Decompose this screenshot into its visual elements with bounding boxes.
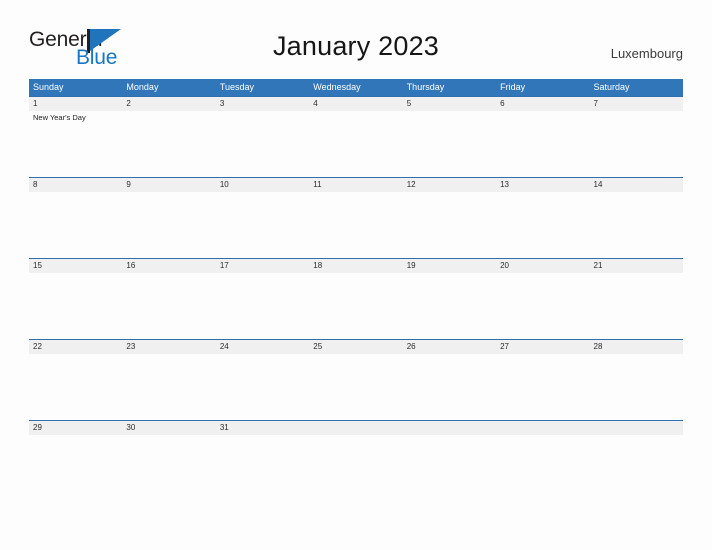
- day-cell[interactable]: [122, 354, 215, 420]
- day-number[interactable]: 18: [309, 259, 402, 273]
- day-number[interactable]: 4: [309, 97, 402, 111]
- day-number[interactable]: 29: [29, 421, 122, 435]
- weekday-header-friday: Friday: [500, 82, 526, 92]
- week-date-band: 8 9 10 11 12 13 14: [29, 178, 683, 192]
- day-number[interactable]: 27: [496, 340, 589, 354]
- day-number[interactable]: 1: [29, 97, 122, 111]
- weekday-header-tuesday: Tuesday: [219, 82, 255, 92]
- day-cell[interactable]: [309, 192, 402, 258]
- day-cell: [496, 435, 589, 501]
- day-event-text: New Year's Day: [33, 113, 86, 122]
- day-number[interactable]: 25: [309, 340, 402, 354]
- day-number[interactable]: 9: [122, 178, 215, 192]
- day-cell[interactable]: [403, 192, 496, 258]
- day-cell[interactable]: [309, 111, 402, 177]
- day-number[interactable]: 26: [403, 340, 496, 354]
- day-cell[interactable]: [403, 354, 496, 420]
- weekday-header-monday: Monday: [126, 82, 159, 92]
- week-event-body: New Year's Day: [29, 111, 683, 177]
- day-cell: [590, 435, 683, 501]
- day-cell[interactable]: [29, 435, 122, 501]
- day-cell[interactable]: [309, 354, 402, 420]
- week-row: 15 16 17 18 19 20 21: [29, 258, 683, 339]
- day-number[interactable]: 2: [122, 97, 215, 111]
- day-number[interactable]: 20: [496, 259, 589, 273]
- week-event-body: [29, 435, 683, 501]
- day-cell[interactable]: [590, 354, 683, 420]
- day-cell[interactable]: [496, 192, 589, 258]
- day-cell[interactable]: [29, 354, 122, 420]
- day-cell[interactable]: New Year's Day: [29, 111, 122, 177]
- day-cell[interactable]: [29, 192, 122, 258]
- day-cell[interactable]: [122, 435, 215, 501]
- day-cell[interactable]: [496, 111, 589, 177]
- day-number[interactable]: 12: [403, 178, 496, 192]
- day-cell[interactable]: [216, 273, 309, 339]
- region-label: Luxembourg: [610, 46, 683, 61]
- day-number[interactable]: 19: [403, 259, 496, 273]
- week-event-body: [29, 354, 683, 420]
- day-cell: [403, 435, 496, 501]
- day-cell[interactable]: [122, 192, 215, 258]
- day-number[interactable]: 5: [403, 97, 496, 111]
- day-cell[interactable]: [590, 111, 683, 177]
- weekday-header-saturday: Saturday: [593, 82, 630, 92]
- day-number[interactable]: 28: [590, 340, 683, 354]
- day-number: [309, 421, 402, 435]
- day-number: [590, 421, 683, 435]
- day-cell[interactable]: [216, 354, 309, 420]
- weekday-header-wednesday: Wednesday: [313, 82, 361, 92]
- day-cell[interactable]: [590, 273, 683, 339]
- day-number[interactable]: 30: [122, 421, 215, 435]
- day-number: [403, 421, 496, 435]
- page-header: General Blue January 2023 Luxembourg: [0, 0, 712, 78]
- day-number[interactable]: 3: [216, 97, 309, 111]
- day-number[interactable]: 14: [590, 178, 683, 192]
- day-number[interactable]: 16: [122, 259, 215, 273]
- day-number[interactable]: 11: [309, 178, 402, 192]
- day-cell[interactable]: [590, 192, 683, 258]
- day-number[interactable]: 8: [29, 178, 122, 192]
- week-date-band: 1 2 3 4 5 6 7: [29, 97, 683, 111]
- calendar-grid: Sunday Monday Tuesday Wednesday Thursday…: [29, 79, 683, 501]
- day-cell[interactable]: [216, 111, 309, 177]
- day-number[interactable]: 24: [216, 340, 309, 354]
- weekday-header-row: Sunday Monday Tuesday Wednesday Thursday…: [29, 79, 683, 96]
- day-number[interactable]: 6: [496, 97, 589, 111]
- week-date-band: 29 30 31: [29, 421, 683, 435]
- day-cell[interactable]: [496, 273, 589, 339]
- day-number[interactable]: 31: [216, 421, 309, 435]
- weekday-header-sunday: Sunday: [33, 82, 64, 92]
- day-cell[interactable]: [216, 435, 309, 501]
- day-number[interactable]: 13: [496, 178, 589, 192]
- day-cell[interactable]: [496, 354, 589, 420]
- week-row: 22 23 24 25 26 27 28: [29, 339, 683, 420]
- week-date-band: 15 16 17 18 19 20 21: [29, 259, 683, 273]
- page-title: January 2023: [272, 31, 440, 61]
- week-row: 1 2 3 4 5 6 7 New Year's Day: [29, 96, 683, 177]
- week-date-band: 22 23 24 25 26 27 28: [29, 340, 683, 354]
- day-number[interactable]: 21: [590, 259, 683, 273]
- day-number: [496, 421, 589, 435]
- week-row: 29 30 31: [29, 420, 683, 501]
- day-number[interactable]: 15: [29, 259, 122, 273]
- week-row: 8 9 10 11 12 13 14: [29, 177, 683, 258]
- day-cell[interactable]: [122, 273, 215, 339]
- weekday-header-thursday: Thursday: [406, 82, 445, 92]
- day-cell[interactable]: [216, 192, 309, 258]
- day-cell[interactable]: [403, 273, 496, 339]
- week-event-body: [29, 273, 683, 339]
- day-number[interactable]: 7: [590, 97, 683, 111]
- day-cell[interactable]: [403, 111, 496, 177]
- day-cell[interactable]: [309, 273, 402, 339]
- day-number[interactable]: 17: [216, 259, 309, 273]
- day-cell: [309, 435, 402, 501]
- day-number[interactable]: 10: [216, 178, 309, 192]
- day-cell[interactable]: [29, 273, 122, 339]
- week-event-body: [29, 192, 683, 258]
- day-number[interactable]: 22: [29, 340, 122, 354]
- day-cell[interactable]: [122, 111, 215, 177]
- day-number[interactable]: 23: [122, 340, 215, 354]
